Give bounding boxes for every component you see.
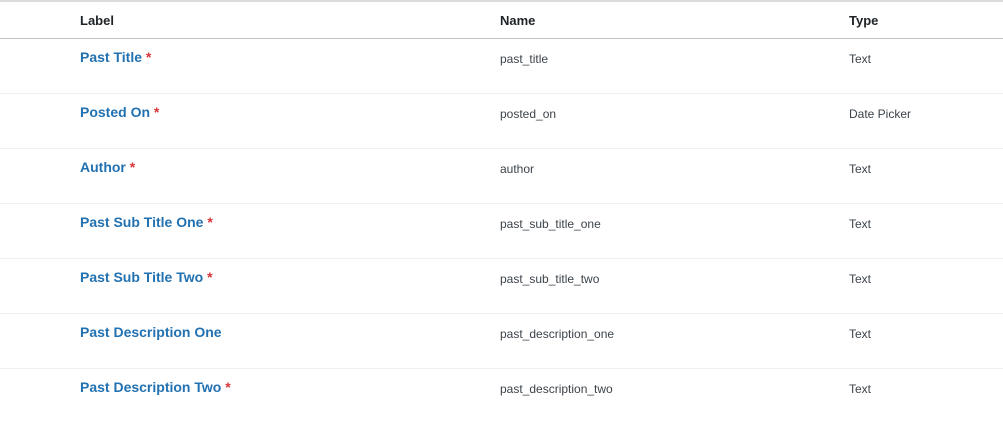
required-marker: * (153, 104, 160, 120)
field-type: Text (849, 272, 872, 286)
field-name: posted_on (500, 107, 557, 121)
table-row: Past Title * past_title Text (0, 39, 1003, 94)
field-name: past_description_one (500, 327, 615, 341)
field-label-link[interactable]: Past Title * (80, 49, 151, 65)
table-row: Past Sub Title One * past_sub_title_one … (0, 204, 1003, 259)
field-name: past_title (500, 52, 549, 66)
column-header-type[interactable]: Type (849, 13, 878, 28)
field-label-link[interactable]: Past Sub Title One * (80, 214, 213, 230)
field-type: Text (849, 327, 872, 341)
field-label-link[interactable]: Posted On * (80, 104, 159, 120)
table-row: Past Description One past_description_on… (0, 314, 1003, 369)
field-label-link[interactable]: Past Description Two * (80, 379, 231, 395)
table-body: Past Title * past_title Text Posted On *… (0, 39, 1003, 424)
field-name: past_description_two (500, 382, 613, 396)
field-type: Text (849, 217, 872, 231)
field-label-link[interactable]: Past Sub Title Two * (80, 269, 213, 285)
table-row: Posted On * posted_on Date Picker (0, 94, 1003, 149)
field-type: Date Picker (849, 107, 912, 121)
required-marker: * (207, 269, 213, 285)
table-row: Author * author Text (0, 149, 1003, 204)
fields-table: Label Name Type Past Title * past_title … (0, 0, 1003, 423)
field-type: Text (849, 162, 872, 176)
table-row: Past Sub Title Two * past_sub_title_two … (0, 259, 1003, 314)
field-name: author (500, 162, 535, 176)
field-name: past_sub_title_two (500, 272, 600, 286)
field-label-link[interactable]: Past Description One (80, 324, 222, 340)
column-header-name[interactable]: Name (500, 13, 535, 28)
field-type: Text (849, 382, 872, 396)
required-marker: * (129, 159, 136, 175)
field-name: past_sub_title_one (500, 217, 601, 231)
field-type: Text (849, 52, 872, 66)
column-header-label[interactable]: Label (80, 13, 114, 28)
table-row: Past Description Two * past_description_… (0, 369, 1003, 424)
required-marker: * (207, 214, 213, 230)
field-label-link[interactable]: Author * (80, 159, 135, 175)
required-marker: * (145, 49, 152, 65)
table-header: Label Name Type (0, 2, 1003, 39)
required-marker: * (225, 379, 231, 395)
